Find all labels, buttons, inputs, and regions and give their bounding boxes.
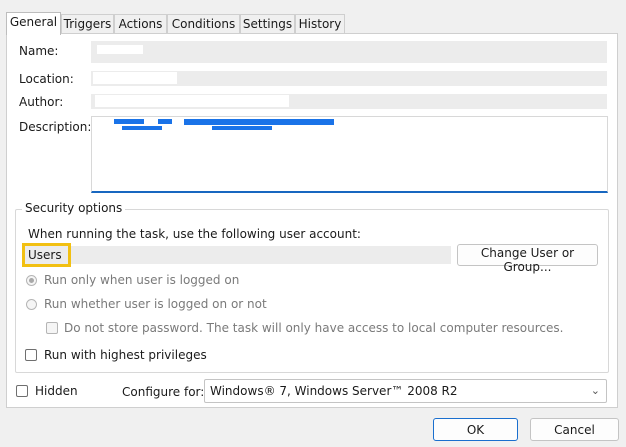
user-account-value: Users: [22, 243, 71, 267]
hidden-checkbox[interactable]: [16, 385, 28, 397]
security-options-title: Security options: [22, 201, 126, 215]
redaction-mark: [122, 126, 162, 130]
tab-history[interactable]: History: [295, 14, 345, 34]
radio-run-logged-on-label: Run only when user is logged on: [44, 273, 240, 287]
author-field[interactable]: [91, 94, 607, 109]
redaction-mark: [95, 95, 289, 107]
redaction-mark: [158, 119, 172, 124]
user-account-field: [71, 246, 451, 264]
ok-button[interactable]: OK: [433, 418, 518, 441]
do-not-store-password-checkbox[interactable]: [46, 322, 58, 334]
radio-run-logged-on[interactable]: [26, 275, 37, 286]
chevron-down-icon: ⌄: [590, 384, 600, 397]
account-prompt: When running the task, use the following…: [28, 227, 361, 241]
redaction-mark: [212, 126, 272, 130]
redaction-mark: [97, 45, 143, 54]
redaction-mark: [93, 72, 177, 84]
redaction-mark: [184, 119, 334, 125]
cancel-button[interactable]: Cancel: [530, 418, 619, 441]
configure-for-label: Configure for:: [122, 385, 205, 399]
author-label: Author:: [19, 95, 64, 109]
tab-general[interactable]: General: [6, 12, 61, 35]
redaction-mark: [114, 119, 144, 124]
tab-conditions[interactable]: Conditions: [167, 14, 240, 34]
configure-for-select[interactable]: Windows® 7, Windows Server™ 2008 R2 ⌄: [204, 379, 607, 403]
radio-run-whether-label: Run whether user is logged on or not: [44, 297, 267, 311]
hidden-label: Hidden: [35, 384, 78, 398]
tab-settings[interactable]: Settings: [240, 14, 295, 34]
description-field[interactable]: [91, 116, 608, 193]
name-label: Name:: [19, 44, 59, 58]
tab-actions[interactable]: Actions: [114, 14, 167, 34]
do-not-store-password-label: Do not store password. The task will onl…: [64, 321, 564, 335]
description-label: Description:: [19, 120, 92, 134]
configure-for-value: Windows® 7, Windows Server™ 2008 R2: [210, 384, 458, 398]
change-user-group-button[interactable]: Change User or Group...: [457, 244, 598, 274]
name-field[interactable]: [91, 41, 607, 63]
location-field[interactable]: [91, 71, 607, 86]
tab-triggers[interactable]: Triggers: [61, 14, 114, 34]
highest-privileges-checkbox[interactable]: [25, 349, 37, 361]
location-label: Location:: [19, 72, 74, 86]
highest-privileges-label: Run with highest privileges: [44, 348, 207, 362]
radio-run-whether-logged-on[interactable]: [26, 299, 37, 310]
